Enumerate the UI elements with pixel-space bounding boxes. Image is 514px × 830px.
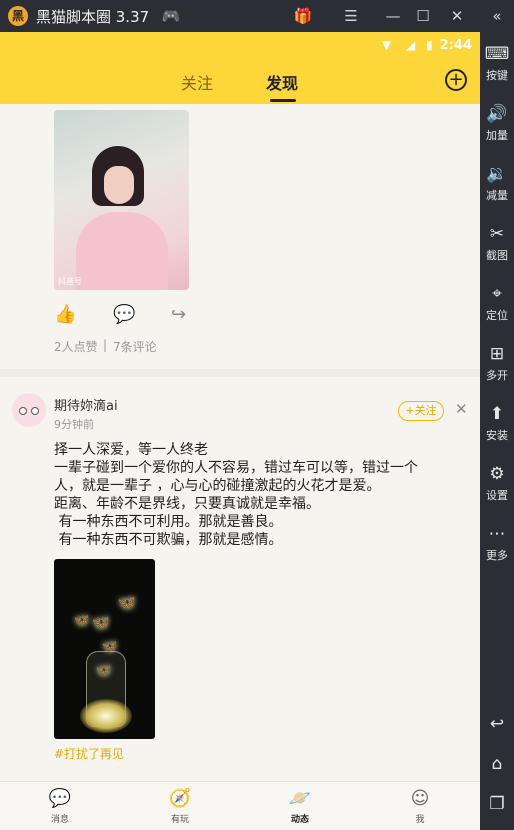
feed-post: 抖音号 👍 💬 ↪ 2人点赞 | 7条评论 [0, 104, 480, 369]
menu-icon[interactable]: ☰ [338, 4, 364, 28]
comment-icon[interactable]: 💬 [113, 304, 135, 325]
recent-apps-button[interactable]: ❐ [480, 792, 514, 816]
app-logo: 黑 [8, 6, 28, 26]
sidebar-item-label: 多开 [486, 369, 508, 382]
emulator-sidebar: ⌨ 按键 🔊 加量 🔉 减量 ✂ 截图 ⌖ 定位 ⊞ 多开 ⬆ 安装 ⚙ 设置 … [480, 32, 514, 830]
post-image[interactable]: 抖音号 [54, 110, 189, 290]
location-icon: ⌖ [492, 284, 502, 304]
sidebar-item-more[interactable]: ⋯ 更多 [480, 522, 514, 563]
sidebar-item-location[interactable]: ⌖ 定位 [480, 282, 514, 323]
sidebar-item-settings[interactable]: ⚙ 设置 [480, 462, 514, 503]
feed-post: 期待妳滴ai 9分钟前 +关注 ✕ 择一人深爱，等一人终老 一辈子碰到一个爱你的… [0, 377, 480, 781]
add-post-icon[interactable]: + [445, 69, 467, 91]
share-icon[interactable]: ↪ [171, 304, 186, 325]
sidebar-item-label: 按键 [486, 69, 508, 82]
sidebar-item-label: 定位 [486, 309, 508, 322]
tab-messages[interactable]: 💬 消息 [30, 788, 90, 825]
app-title: 黑猫脚本圈 3.37 [36, 8, 150, 26]
close-icon[interactable]: ✕ [455, 400, 468, 418]
tab-label: 有玩 [170, 815, 189, 825]
comment-count[interactable]: 7条评论 [113, 338, 157, 355]
post-text-line: 有一种东西不可欺骗，那就是感情。 [54, 532, 283, 548]
tab-play[interactable]: 🧭 有玩 [150, 788, 210, 825]
like-count[interactable]: 2人点赞 [54, 338, 98, 355]
post-text-line: 择一人深爱，等一人终老 [54, 442, 208, 458]
post-username[interactable]: 期待妳滴ai [54, 395, 118, 414]
top-nav: 关注 发现 + [0, 60, 480, 104]
scissors-icon: ✂ [489, 224, 505, 244]
back-icon: ↩ [489, 714, 505, 734]
post-hashtag[interactable]: #打扰了再见 [54, 745, 124, 762]
phone-screen: ▼ ◢ ▮ 2:44 关注 发现 + 抖音号 👍 💬 ↪ 2人点赞 | 7条评论 [0, 32, 480, 830]
sidebar-item-label: 减量 [486, 189, 508, 202]
collapse-sidebar-icon[interactable]: « [484, 4, 510, 28]
sidebar-item-label: 更多 [486, 549, 508, 562]
like-icon[interactable]: 👍 [54, 304, 76, 325]
active-tab-indicator [270, 99, 296, 102]
volume-down-icon: 🔉 [486, 164, 508, 184]
signal-icon: ◢ [406, 38, 416, 52]
bottom-tab-bar: 💬 消息 🧭 有玩 🪐 动态 ☺ 我 [0, 781, 480, 830]
tab-me[interactable]: ☺ 我 [390, 788, 450, 825]
follow-button[interactable]: +关注 [398, 401, 444, 421]
planet-icon: 🪐 [288, 788, 312, 809]
avatar[interactable] [12, 393, 46, 427]
post-time: 9分钟前 [54, 418, 94, 431]
back-button[interactable]: ↩ [480, 712, 514, 736]
compass-icon: 🧭 [168, 788, 192, 809]
post-divider [0, 369, 480, 377]
close-window-icon[interactable]: ✕ [444, 4, 470, 28]
face-icon: ☺ [410, 788, 430, 809]
gamepad-icon[interactable]: 🎮 [158, 4, 184, 28]
minimize-icon[interactable]: — [380, 4, 406, 28]
tab-moments[interactable]: 🪐 动态 [270, 788, 330, 825]
more-icon: ⋯ [488, 524, 506, 544]
status-time: 2:44 [439, 38, 472, 53]
home-button[interactable]: ⌂ [480, 752, 514, 776]
post-image[interactable]: 🦋 🦋 🦋 🦋 🦋 [54, 559, 155, 739]
apk-install-icon: ⬆ [489, 404, 505, 424]
sidebar-item-label: 加量 [486, 129, 508, 142]
emulator-titlebar: 黑 黑猫脚本圈 3.37 🎮 🎁 ☰ — ☐ ✕ « [0, 0, 514, 32]
sidebar-item-volume-up[interactable]: 🔊 加量 [480, 102, 514, 143]
post-text-line: 一辈子碰到一个爱你的人不容易，错过车可以等，错过一个 [54, 460, 418, 476]
home-icon: ⌂ [491, 754, 503, 774]
image-watermark: 抖音号 [58, 277, 82, 286]
post-text-line: 有一种东西不可利用。那就是善良。 [54, 514, 283, 530]
sidebar-item-volume-down[interactable]: 🔉 减量 [480, 162, 514, 203]
tab-label: 消息 [50, 815, 69, 825]
maximize-icon[interactable]: ☐ [410, 4, 436, 28]
gift-icon[interactable]: 🎁 [290, 4, 316, 28]
sidebar-item-keys[interactable]: ⌨ 按键 [480, 42, 514, 83]
sidebar-item-install[interactable]: ⬆ 安装 [480, 402, 514, 443]
wifi-icon: ▼ [382, 38, 392, 52]
sidebar-item-label: 设置 [486, 489, 508, 502]
stats-divider: | [103, 338, 108, 352]
post-text-line: 距离、年龄不是界线，只要真诚就是幸福。 [54, 496, 320, 512]
status-bar: ▼ ◢ ▮ 2:44 [0, 32, 480, 60]
volume-up-icon: 🔊 [486, 104, 508, 124]
sidebar-item-label: 截图 [486, 249, 508, 262]
sidebar-item-multi-open[interactable]: ⊞ 多开 [480, 342, 514, 383]
tab-label: 动态 [290, 815, 309, 825]
tab-follow[interactable]: 关注 [181, 70, 213, 94]
battery-icon: ▮ [426, 38, 433, 52]
feed[interactable]: 抖音号 👍 💬 ↪ 2人点赞 | 7条评论 期待妳滴ai 9分钟前 +关注 ✕ … [0, 104, 480, 781]
sidebar-item-label: 安装 [486, 429, 508, 442]
keyboard-icon: ⌨ [484, 44, 510, 64]
recent-apps-icon: ❐ [489, 794, 505, 814]
gear-icon: ⚙ [489, 464, 505, 484]
tab-label: 我 [415, 815, 425, 825]
post-text-line: 人，就是一辈子 ，心与心的碰撞激起的火花才是爱。 [54, 478, 381, 494]
tab-discover[interactable]: 发现 [266, 70, 298, 94]
multi-open-icon: ⊞ [489, 344, 505, 364]
sidebar-item-screenshot[interactable]: ✂ 截图 [480, 222, 514, 263]
chat-icon: 💬 [48, 788, 72, 809]
